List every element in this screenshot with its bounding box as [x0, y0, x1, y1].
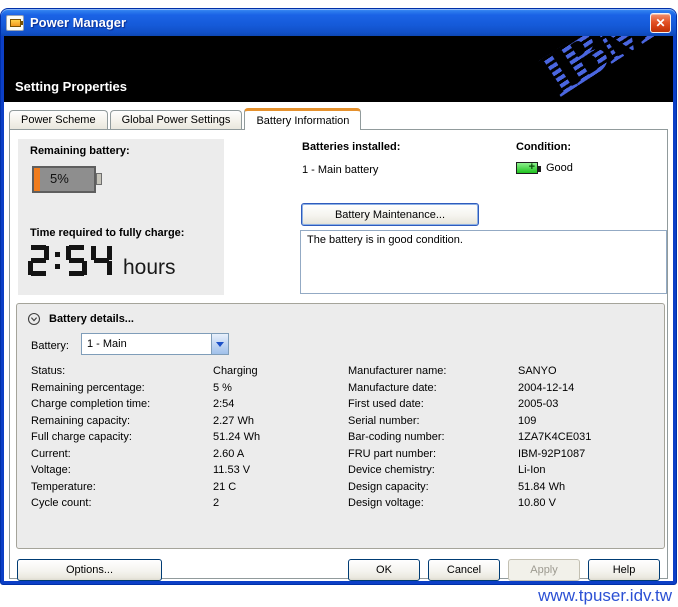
detail-row: Temperature:21 C — [31, 479, 341, 496]
detail-row: Remaining capacity:2.27 Wh — [31, 413, 341, 430]
tab-power-scheme[interactable]: Power Scheme — [9, 110, 108, 129]
battery-gauge-fill — [34, 168, 40, 191]
banner: Setting Properties IBM — [4, 36, 673, 102]
charge-time-unit: hours — [123, 257, 176, 278]
close-icon[interactable]: ✕ — [650, 13, 671, 33]
battery-details-box: Battery details... Battery: 1 - Main Sta… — [16, 303, 665, 549]
detail-row: First used date:2005-03 — [348, 396, 660, 413]
window-body: Setting Properties IBM Power SchemeGloba… — [4, 36, 673, 581]
condition-row: + Good — [516, 162, 573, 174]
detail-row: Remaining percentage:5 % — [31, 380, 341, 397]
app-battery-icon — [6, 15, 24, 31]
battery-gauge-icon: 5% — [32, 166, 96, 193]
condition-value: Good — [546, 162, 573, 174]
condition-message-box: The battery is in good condition. — [300, 230, 667, 294]
battery-details-header[interactable]: Battery details... — [27, 312, 134, 326]
power-manager-window: Power Manager ✕ Setting Properties IBM P… — [0, 8, 677, 585]
battery-gauge-nub — [96, 173, 102, 185]
detail-row: Design capacity:51.84 Wh — [348, 479, 660, 496]
detail-row: FRU part number:IBM-92P1087 — [348, 446, 660, 463]
ibm-logo: IBM — [530, 36, 665, 102]
detail-row: Current:2.60 A — [31, 446, 341, 463]
tab-battery-information[interactable]: Battery Information — [244, 108, 361, 130]
battery-gauge-percent: 5% — [50, 171, 69, 186]
good-battery-icon: + — [516, 162, 538, 174]
batteries-installed-value: 1 - Main battery — [302, 164, 378, 176]
options-button[interactable]: Options... — [17, 559, 162, 581]
detail-row: Bar-coding number:1ZA7K4CE031 — [348, 429, 660, 446]
detail-row: Design voltage:10.80 V — [348, 495, 660, 512]
battery-details-left-column: Status:ChargingRemaining percentage:5 %C… — [31, 363, 341, 512]
watermark: www.tpuser.idv.tw — [538, 586, 672, 606]
detail-row: Voltage:11.53 V — [31, 462, 341, 479]
remaining-battery-label: Remaining battery: — [30, 145, 130, 157]
detail-row: Device chemistry:Li-Ion — [348, 462, 660, 479]
condition-label: Condition: — [516, 141, 571, 153]
tab-strip: Power SchemeGlobal Power SettingsBattery… — [9, 107, 363, 129]
detail-row: Manufacturer name:SANYO — [348, 363, 660, 380]
batteries-installed-label: Batteries installed: — [302, 141, 400, 153]
battery-select[interactable]: 1 - Main — [81, 333, 229, 355]
detail-row: Full charge capacity:51.24 Wh — [31, 429, 341, 446]
help-button[interactable]: Help — [588, 559, 660, 581]
detail-row: Charge completion time:2:54 — [31, 396, 341, 413]
tab-global-power-settings[interactable]: Global Power Settings — [110, 110, 243, 129]
chevron-down-icon — [216, 342, 224, 347]
battery-maintenance-button[interactable]: Battery Maintenance... — [301, 203, 479, 226]
screenshot-canvas: Power Manager ✕ Setting Properties IBM P… — [0, 0, 678, 607]
cancel-button[interactable]: Cancel — [428, 559, 500, 581]
apply-button[interactable]: Apply — [508, 559, 580, 581]
detail-row: Manufacture date:2004-12-14 — [348, 380, 660, 397]
charge-time-label: Time required to fully charge: — [30, 227, 184, 239]
battery-details-title: Battery details... — [49, 313, 134, 325]
window-title: Power Manager — [30, 15, 126, 30]
lcd-digits — [28, 245, 116, 279]
banner-title: Setting Properties — [15, 79, 127, 94]
charge-time-display: hours — [28, 245, 176, 279]
battery-select-value: 1 - Main — [82, 338, 211, 350]
titlebar[interactable]: Power Manager ✕ — [1, 9, 676, 36]
detail-row: Serial number:109 — [348, 413, 660, 430]
collapse-circle-icon — [27, 312, 41, 326]
remaining-battery-panel: Remaining battery: 5% Time required to f… — [18, 139, 224, 295]
combo-dropdown-button[interactable] — [211, 334, 228, 354]
battery-details-right-column: Manufacturer name:SANYOManufacture date:… — [348, 363, 660, 512]
detail-row: Status:Charging — [31, 363, 341, 380]
battery-information-tab-page: Remaining battery: 5% Time required to f… — [9, 129, 668, 579]
ok-button[interactable]: OK — [348, 559, 420, 581]
detail-row: Cycle count:2 — [31, 495, 341, 512]
battery-select-label: Battery: — [31, 340, 69, 352]
